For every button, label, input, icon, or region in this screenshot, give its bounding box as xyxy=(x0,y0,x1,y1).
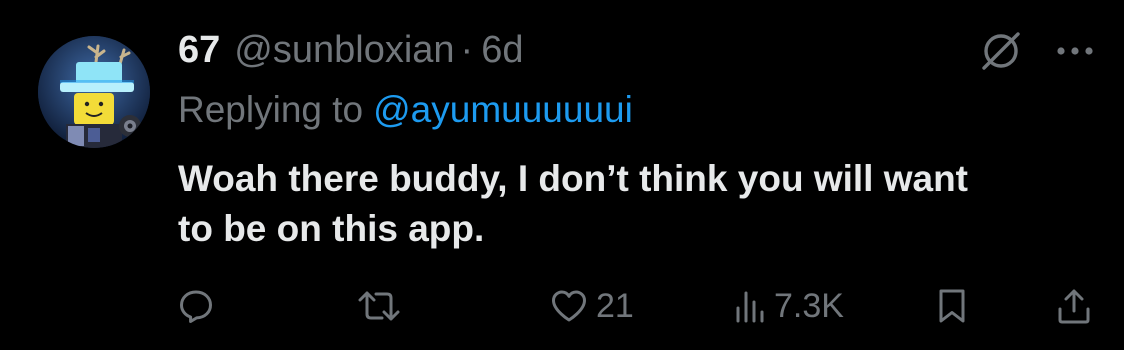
separator-dot: · xyxy=(460,29,474,71)
like-count: 21 xyxy=(596,286,634,325)
heart-icon xyxy=(550,288,588,324)
share-button[interactable] xyxy=(1056,280,1092,332)
reply-button[interactable] xyxy=(178,280,214,332)
display-name[interactable]: 67 xyxy=(178,26,220,74)
views-icon xyxy=(734,288,766,324)
bookmark-icon xyxy=(936,287,968,325)
repost-icon xyxy=(356,288,402,324)
grok-icon[interactable] xyxy=(978,28,1024,74)
bookmark-button[interactable] xyxy=(936,280,968,332)
replying-to-label: Replying to xyxy=(178,89,364,130)
tweet-text: Woah there buddy, I don’t think you will… xyxy=(178,154,1098,254)
share-icon xyxy=(1056,287,1092,325)
timestamp[interactable]: 6d xyxy=(481,26,523,74)
avatar-image xyxy=(38,36,150,148)
action-bar: 21 7.3K xyxy=(0,280,1124,332)
replying-to-line: Replying to @ayumuuuuuui xyxy=(178,86,633,134)
avatar[interactable] xyxy=(38,36,150,148)
views-button[interactable]: 7.3K xyxy=(734,280,844,332)
user-handle[interactable]: @sunbloxian xyxy=(234,26,454,74)
repost-button[interactable] xyxy=(356,280,402,332)
like-button[interactable]: 21 xyxy=(550,280,634,332)
header-actions xyxy=(978,26,1094,76)
tweet-header: 67 @sunbloxian · 6d xyxy=(178,26,523,74)
reply-icon xyxy=(178,288,214,324)
reply-mention-link[interactable]: @ayumuuuuuui xyxy=(373,89,633,130)
views-count: 7.3K xyxy=(774,286,844,325)
tweet[interactable]: 67 @sunbloxian · 6d Replying to @ayumuuuu… xyxy=(0,0,1124,350)
tweet-text-line: Woah there buddy, I don’t think you will… xyxy=(178,158,969,199)
more-icon[interactable] xyxy=(1024,46,1094,56)
tweet-text-line: to be on this app. xyxy=(178,208,485,249)
